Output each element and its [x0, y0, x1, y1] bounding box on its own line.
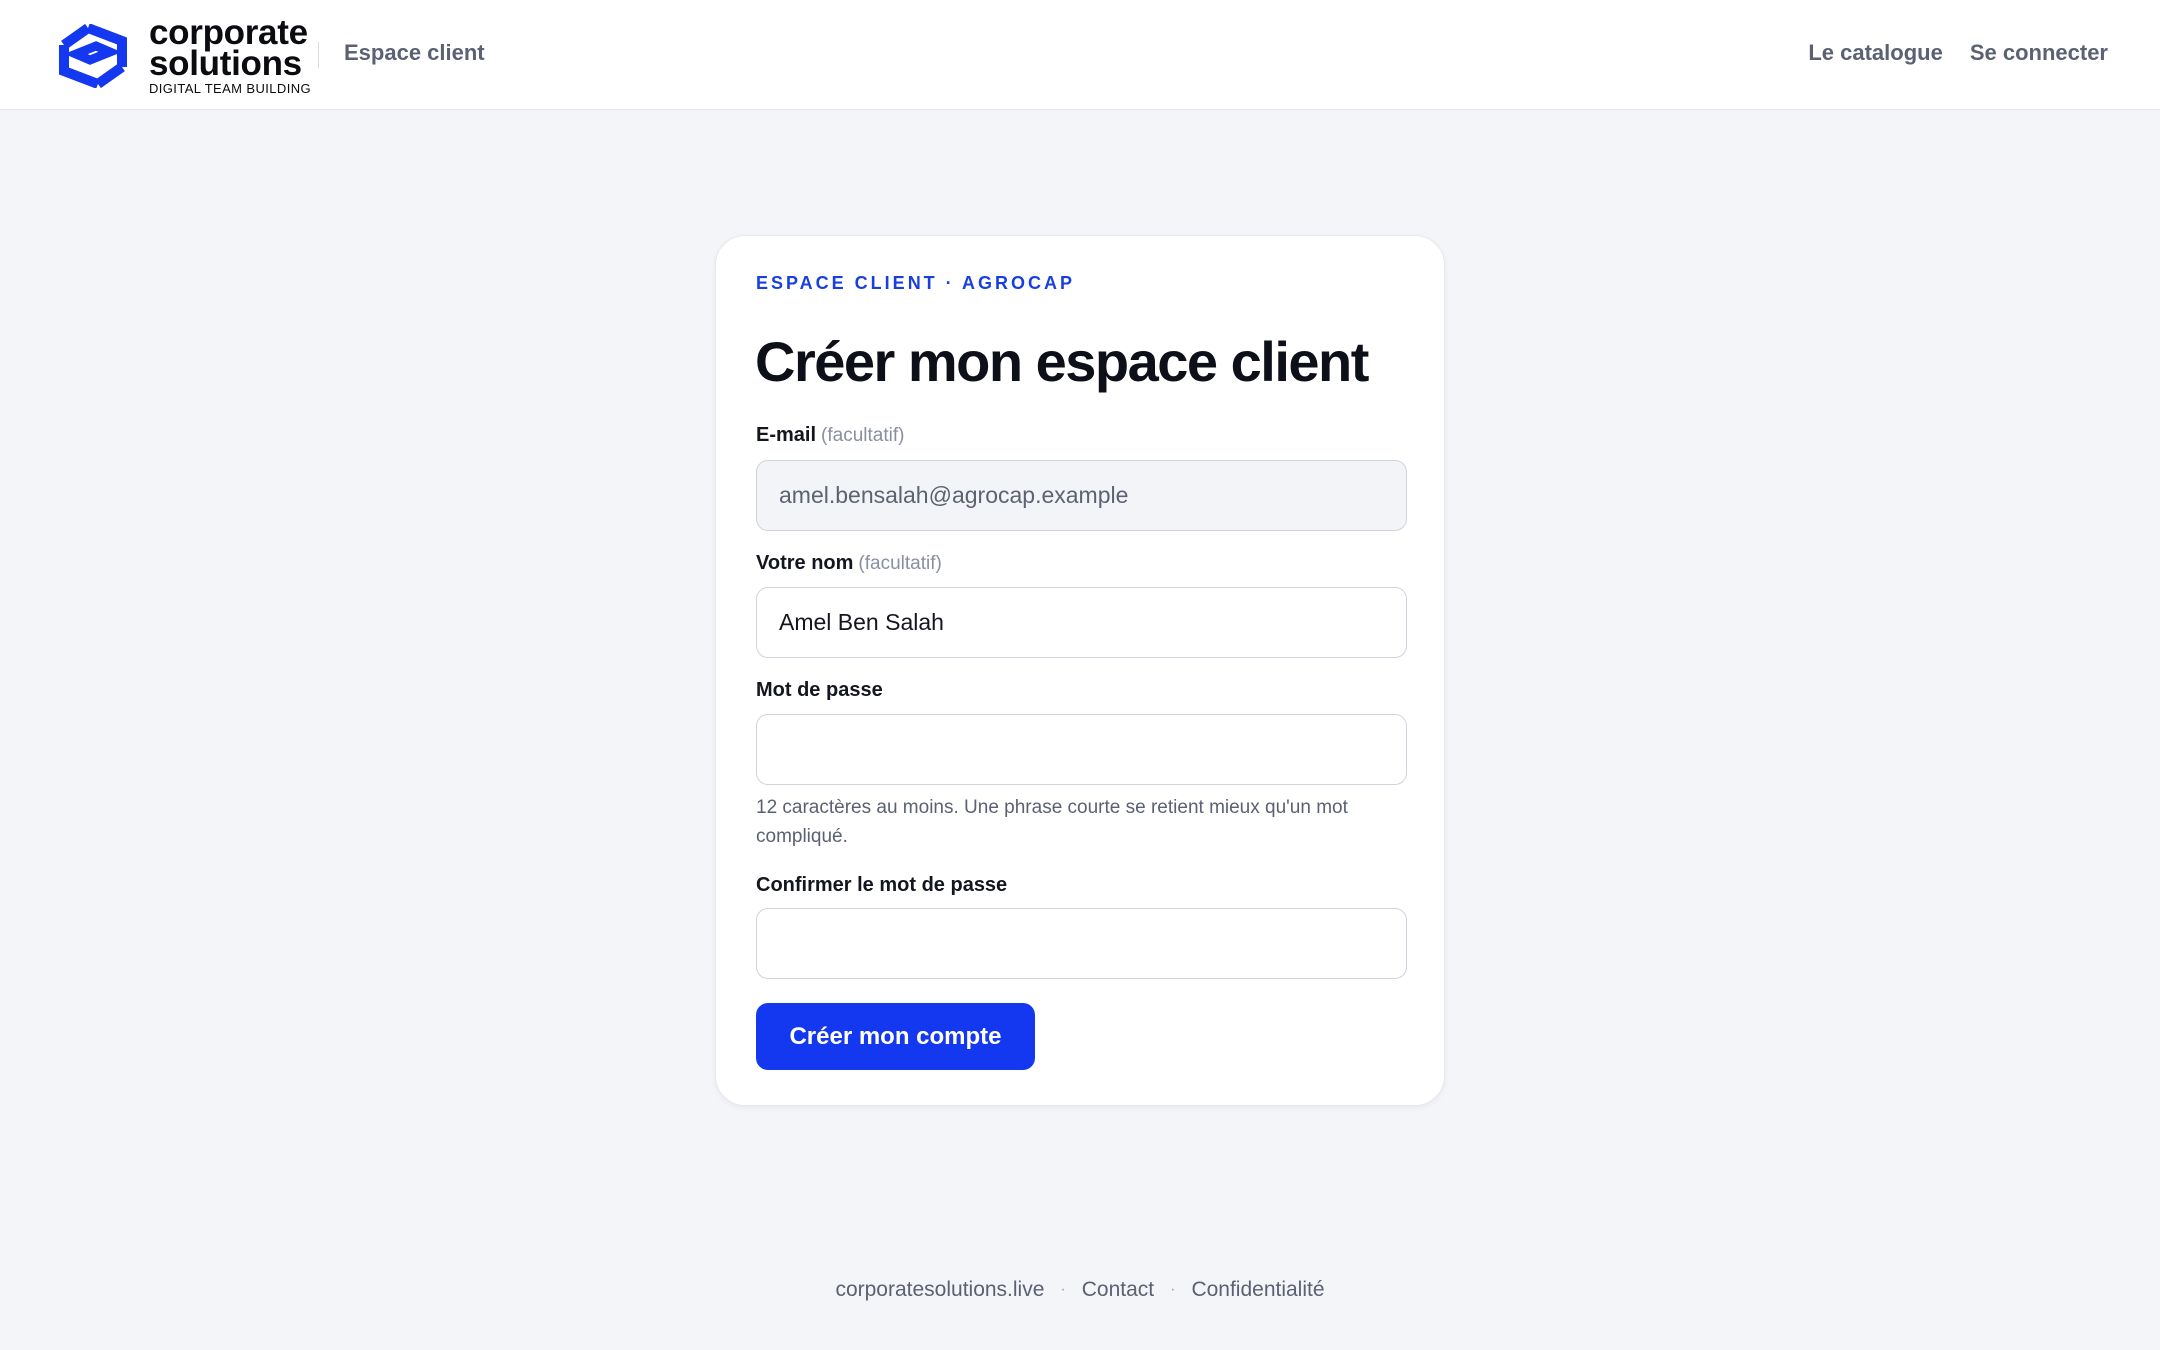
- signup-card: ESPACE CLIENT · AGROCAP Créer mon espace…: [715, 235, 1445, 1106]
- name-label-text: Votre nom: [756, 552, 854, 574]
- footer-site-link[interactable]: corporatesolutions.live: [835, 1278, 1044, 1302]
- password-hint: 12 caractères au moins. Une phrase court…: [756, 797, 1348, 847]
- nav-catalogue-link[interactable]: Le catalogue: [1808, 40, 1942, 66]
- page-title: Créer mon espace client: [755, 330, 1369, 393]
- header-divider: [318, 42, 319, 68]
- name-field[interactable]: [756, 587, 1407, 658]
- password-label: Mot de passe: [756, 679, 883, 701]
- footer: corporatesolutions.live · Contact · Conf…: [0, 1278, 2160, 1302]
- name-label: Votre nom (facultatif): [756, 552, 942, 575]
- name-optional-note: (facultatif): [858, 553, 942, 574]
- top-bar: corporate solutions DIGITAL TEAM BUILDIN…: [0, 0, 2160, 110]
- main-nav: Le catalogue Se connecter: [1808, 40, 2108, 66]
- espace-client-link[interactable]: Espace client: [344, 40, 485, 66]
- email-label: E-mail (facultatif): [756, 424, 904, 447]
- footer-separator: ·: [1170, 1281, 1176, 1298]
- email-label-text: E-mail: [756, 424, 817, 446]
- brand-name-line2: solutions: [149, 44, 302, 83]
- brand-tagline: DIGITAL TEAM BUILDING: [149, 81, 312, 96]
- corporate-solutions-logo-icon: [59, 24, 127, 88]
- confirm-password-field[interactable]: [756, 908, 1407, 979]
- email-optional-note: (facultatif): [821, 425, 905, 446]
- create-account-button[interactable]: Créer mon compte: [756, 1003, 1035, 1070]
- footer-privacy-link[interactable]: Confidentialité: [1191, 1278, 1324, 1302]
- brand-logo[interactable]: corporate solutions DIGITAL TEAM BUILDIN…: [52, 15, 312, 96]
- password-field[interactable]: [756, 714, 1407, 785]
- brand-wordmark: corporate solutions DIGITAL TEAM BUILDIN…: [149, 15, 312, 96]
- confirm-password-label: Confirmer le mot de passe: [756, 874, 1008, 896]
- footer-contact-link[interactable]: Contact: [1082, 1278, 1154, 1302]
- nav-login-link[interactable]: Se connecter: [1970, 40, 2108, 66]
- footer-separator: ·: [1060, 1281, 1066, 1298]
- card-eyebrow: ESPACE CLIENT · AGROCAP: [756, 273, 1076, 293]
- email-field[interactable]: [756, 460, 1407, 531]
